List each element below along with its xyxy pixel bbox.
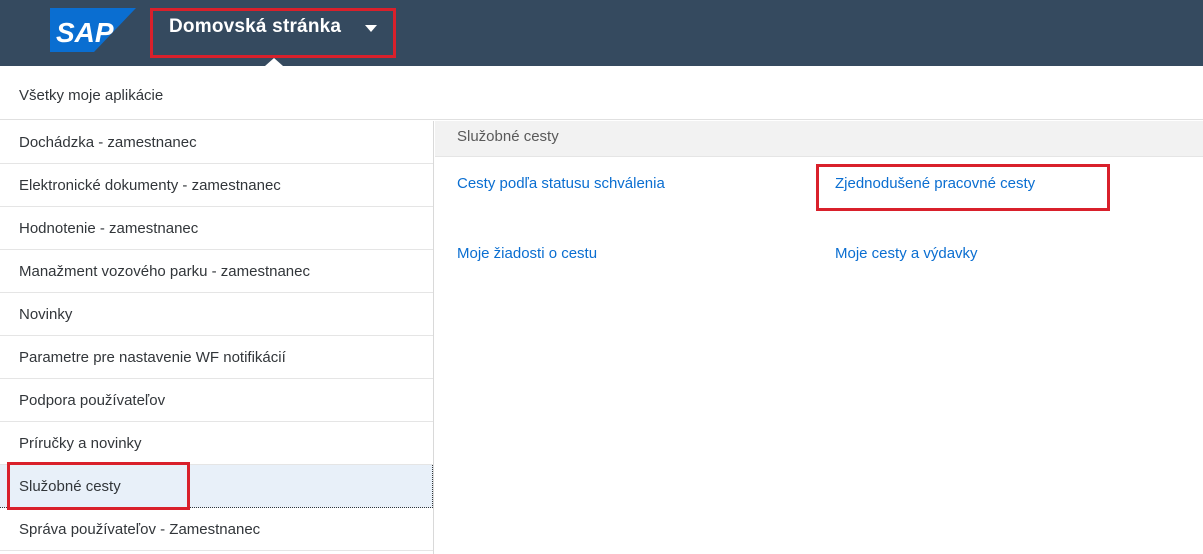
sidebar-item-sprava-pouzivatelov[interactable]: Správa používateľov - Zamestnanec: [0, 508, 433, 551]
app-link-moje-ziadosti[interactable]: Moje žiadosti o cestu: [457, 245, 597, 262]
app-link-zjednodusene-cesty[interactable]: Zjednodušené pracovné cesty: [835, 175, 1035, 192]
sidebar-item-prirucky[interactable]: Príručky a novinky: [0, 422, 433, 465]
sidebar-item-dochadzka[interactable]: Dochádzka - zamestnanec: [0, 121, 433, 164]
app-finder-header: [0, 66, 1203, 120]
sidebar-item-parametre-wf[interactable]: Parametre pre nastavenie WF notifikácií: [0, 336, 433, 379]
home-page-title[interactable]: Domovská stránka: [169, 16, 341, 38]
app-link-cesty-podla-statusu[interactable]: Cesty podľa statusu schválenia: [457, 175, 665, 192]
sidebar-item-novinky[interactable]: Novinky: [0, 293, 433, 336]
sidebar-item-podpora[interactable]: Podpora používateľov: [0, 379, 433, 422]
all-my-apps-label: Všetky moje aplikácie: [19, 87, 164, 104]
sap-logo[interactable]: SAP: [50, 8, 136, 52]
section-title: Služobné cesty: [457, 128, 559, 145]
caret-down-icon[interactable]: [365, 25, 377, 32]
sidebar-item-sluzobne-cesty[interactable]: Služobné cesty: [0, 465, 433, 508]
sidebar-item-elektronicke-dokumenty[interactable]: Elektronické dokumenty - zamestnanec: [0, 164, 433, 207]
sidebar-item-hodnotenie[interactable]: Hodnotenie - zamestnanec: [0, 207, 433, 250]
catalog-sidebar: Dochádzka - zamestnanec Elektronické dok…: [0, 121, 434, 554]
shell-notch-indicator: [265, 58, 283, 66]
sidebar-item-manazment-vozoveho-parku[interactable]: Manažment vozového parku - zamestnanec: [0, 250, 433, 293]
app-link-moje-cesty-vydavky[interactable]: Moje cesty a výdavky: [835, 245, 978, 262]
sap-logo-text: SAP: [56, 17, 114, 48]
